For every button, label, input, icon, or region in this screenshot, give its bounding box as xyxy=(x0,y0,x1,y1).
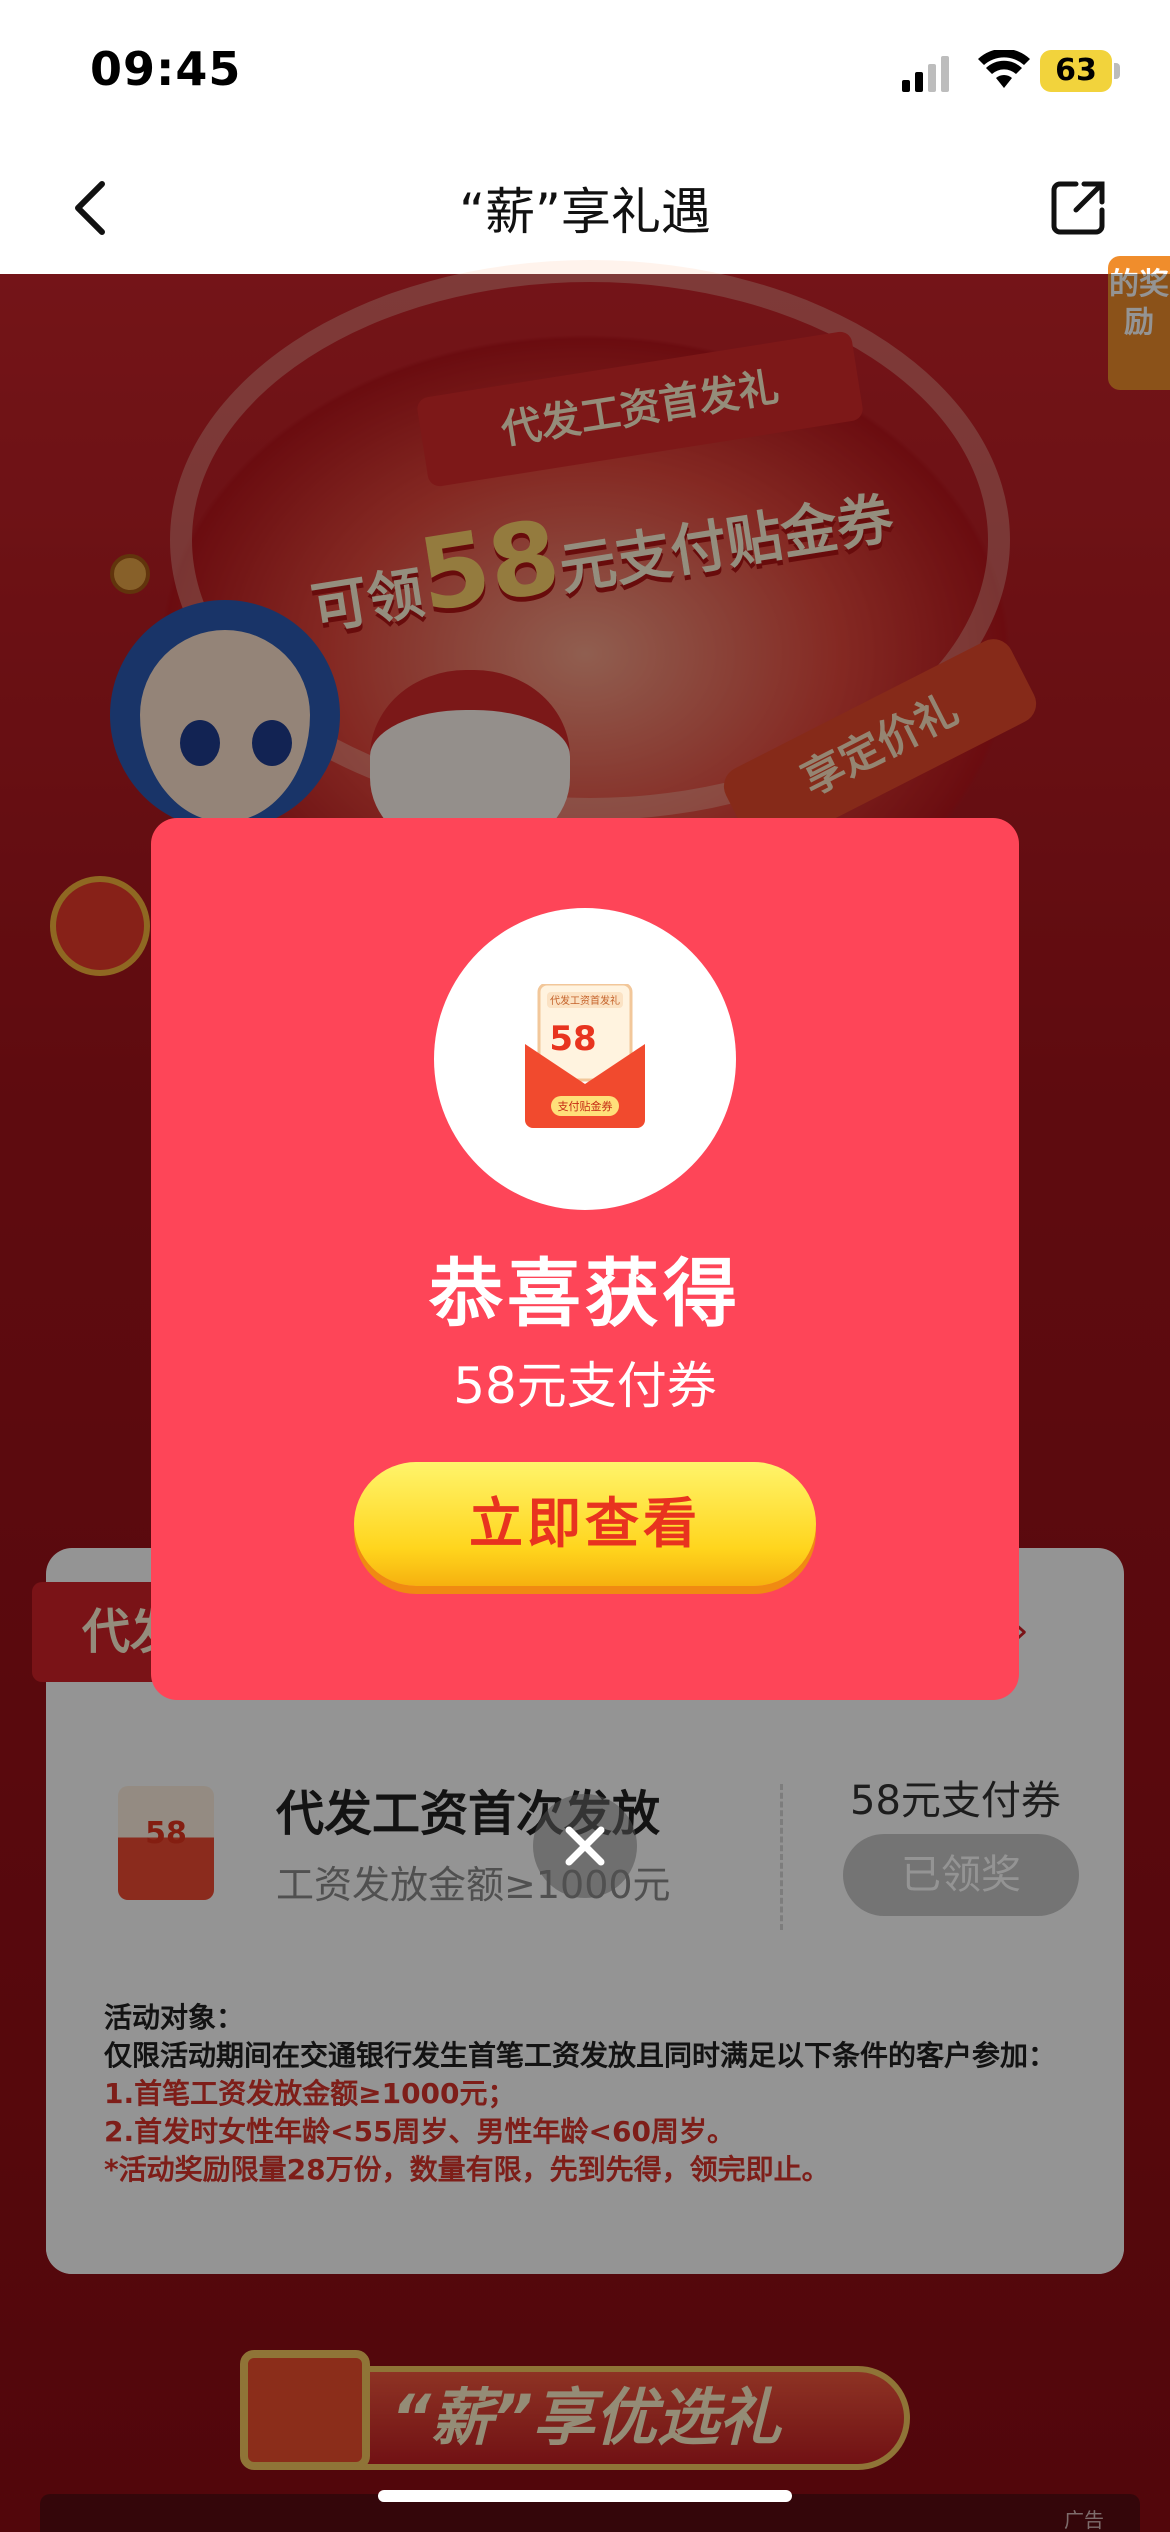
wifi-icon xyxy=(978,50,1030,88)
home-indicator[interactable] xyxy=(378,2490,792,2502)
cellular-signal-icon xyxy=(902,56,949,92)
coupon-header-text: 代发工资首发礼 xyxy=(550,994,620,1007)
modal-subtitle: 58元支付券 xyxy=(453,1357,717,1415)
back-arrow-icon[interactable] xyxy=(70,178,110,238)
status-time: 09:45 xyxy=(90,42,242,96)
coupon-envelope-icon: 代发工资首发礼 58 支付贴金券 xyxy=(525,984,645,1128)
coupon-amount-text: 58 xyxy=(549,1019,596,1059)
close-icon[interactable] xyxy=(533,1794,637,1898)
page-title: “薪”享礼遇 xyxy=(459,183,711,241)
share-icon[interactable] xyxy=(1050,178,1108,236)
coupon-tag-text: 支付贴金券 xyxy=(558,1099,613,1113)
modal-title: 恭喜获得 xyxy=(429,1251,741,1337)
view-now-button[interactable]: 立即查看 xyxy=(354,1462,816,1586)
battery-icon: 63 xyxy=(1040,50,1112,92)
battery-tip xyxy=(1114,63,1120,79)
